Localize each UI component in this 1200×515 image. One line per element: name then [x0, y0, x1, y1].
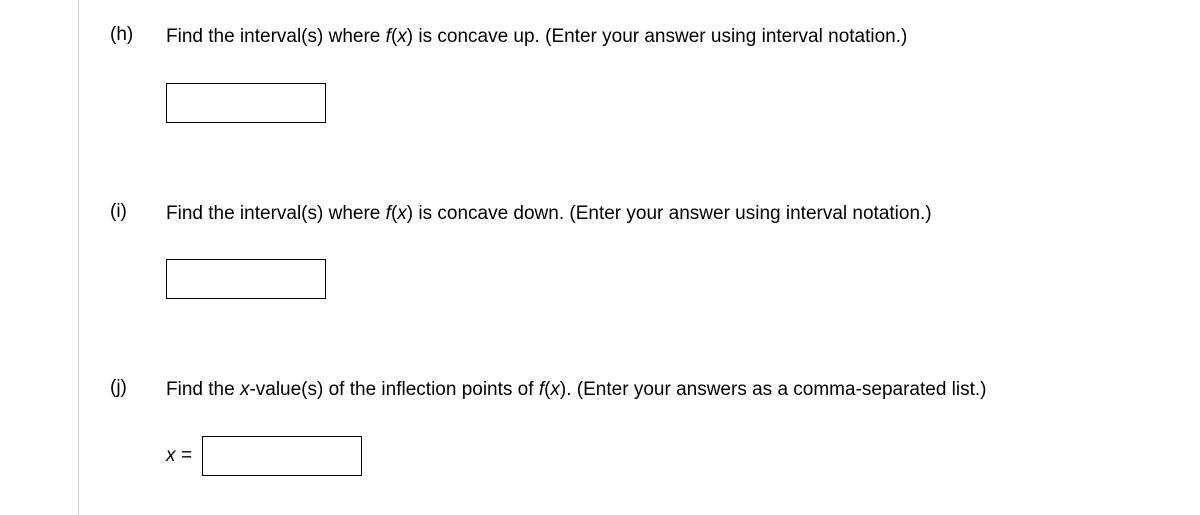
question-j: (j) Find the x-value(s) of the inflectio… [110, 377, 1200, 476]
question-i: (i) Find the interval(s) where f(x) is c… [110, 201, 1200, 300]
text-part: Find the interval(s) where [166, 203, 386, 224]
text-part: Find the interval(s) where [166, 26, 386, 47]
vertical-divider [78, 0, 79, 515]
question-h-body: Find the interval(s) where f(x) is conca… [166, 24, 1200, 123]
variable-name: x [240, 379, 250, 400]
text-part: Find the [166, 379, 240, 400]
question-i-label: (i) [110, 201, 166, 300]
question-j-answer-row: x = [166, 436, 1200, 476]
question-h-input[interactable] [166, 83, 326, 123]
question-i-input[interactable] [166, 259, 326, 299]
question-list: (h) Find the interval(s) where f(x) is c… [0, 0, 1200, 476]
question-j-text: Find the x-value(s) of the inflection po… [166, 377, 1200, 404]
text-part: . (Enter your answers as a comma-separat… [566, 379, 986, 400]
variable-name: x [397, 203, 407, 224]
text-part: -value(s) of the inflection points of [249, 379, 538, 400]
variable-name: x [550, 379, 560, 400]
variable-name: x [397, 26, 407, 47]
text-part: is concave down. (Enter your answer usin… [413, 203, 932, 224]
question-j-input[interactable] [202, 436, 362, 476]
question-h-label: (h) [110, 24, 166, 123]
question-i-body: Find the interval(s) where f(x) is conca… [166, 201, 1200, 300]
question-j-body: Find the x-value(s) of the inflection po… [166, 377, 1200, 476]
question-h-text: Find the interval(s) where f(x) is conca… [166, 24, 1200, 51]
question-j-label: (j) [110, 377, 166, 476]
question-j-prefix: x = [166, 445, 192, 467]
text-part: is concave up. (Enter your answer using … [413, 26, 907, 47]
prefix-var: x [166, 445, 176, 466]
prefix-equals: = [176, 445, 192, 466]
question-h: (h) Find the interval(s) where f(x) is c… [110, 24, 1200, 123]
question-i-text: Find the interval(s) where f(x) is conca… [166, 201, 1200, 228]
